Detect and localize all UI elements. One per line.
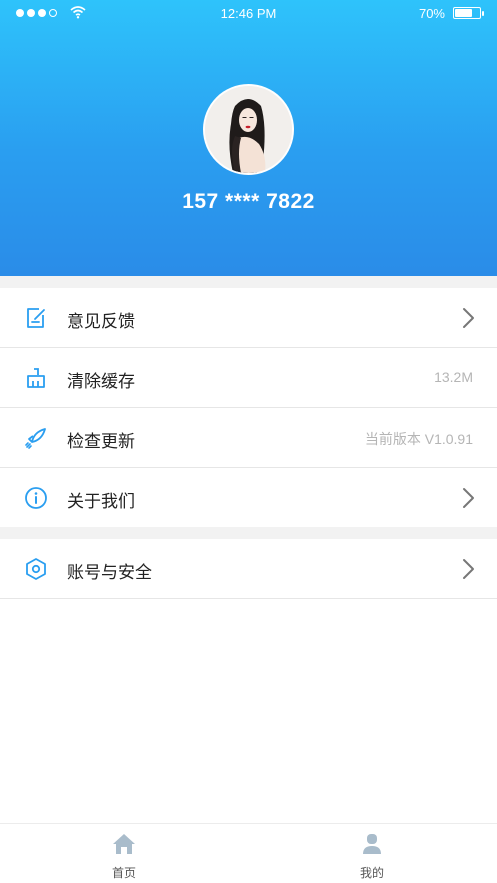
bottom-tab-bar: 首页 我的: [0, 823, 497, 883]
menu-item-feedback[interactable]: 意见反馈: [0, 288, 497, 348]
section-divider: [0, 276, 497, 288]
menu-item-label: 关于我们: [67, 492, 135, 511]
tab-home[interactable]: 首页: [64, 824, 184, 883]
menu-item-about-us[interactable]: 关于我们: [0, 468, 497, 528]
battery-percentage: 70%: [418, 6, 445, 21]
user-avatar-photo: [205, 86, 292, 173]
menu-item-clear-cache[interactable]: 清除缓存 13.2M: [0, 348, 497, 408]
feedback-icon: [27, 308, 45, 328]
menu-item-label: 清除缓存: [67, 372, 135, 391]
chevron-right-icon: [463, 488, 474, 508]
rocket-icon: [25, 428, 46, 449]
menu-item-label: 检查更新: [67, 432, 135, 451]
user-icon: [363, 834, 381, 854]
chevron-right-icon: [463, 308, 474, 328]
section-divider: [0, 527, 497, 539]
phone-number: 157 **** 7822: [182, 190, 315, 213]
current-version: 当前版本 V1.0.91: [364, 431, 473, 447]
tab-home-label: 首页: [111, 866, 136, 880]
home-icon: [113, 834, 135, 854]
info-icon: [25, 487, 47, 509]
menu-item-account-security[interactable]: 账号与安全: [0, 539, 497, 599]
cache-size: 13.2M: [434, 369, 473, 385]
tab-mine[interactable]: 我的: [312, 824, 432, 883]
hexagon-shield-icon: [26, 558, 46, 580]
battery-icon: [453, 7, 484, 19]
status-bar: 12:46 PM 70%: [0, 0, 497, 28]
tab-mine-label: 我的: [359, 866, 384, 880]
chevron-right-icon: [463, 559, 474, 579]
menu-item-label: 意见反馈: [67, 312, 135, 331]
menu-item-check-update[interactable]: 检查更新 当前版本 V1.0.91: [0, 408, 497, 468]
profile-header: 12:46 PM 70% 157 **** 7822: [0, 0, 497, 276]
broom-icon: [27, 368, 45, 388]
menu-item-label: 账号与安全: [67, 563, 152, 582]
avatar[interactable]: [203, 84, 294, 175]
